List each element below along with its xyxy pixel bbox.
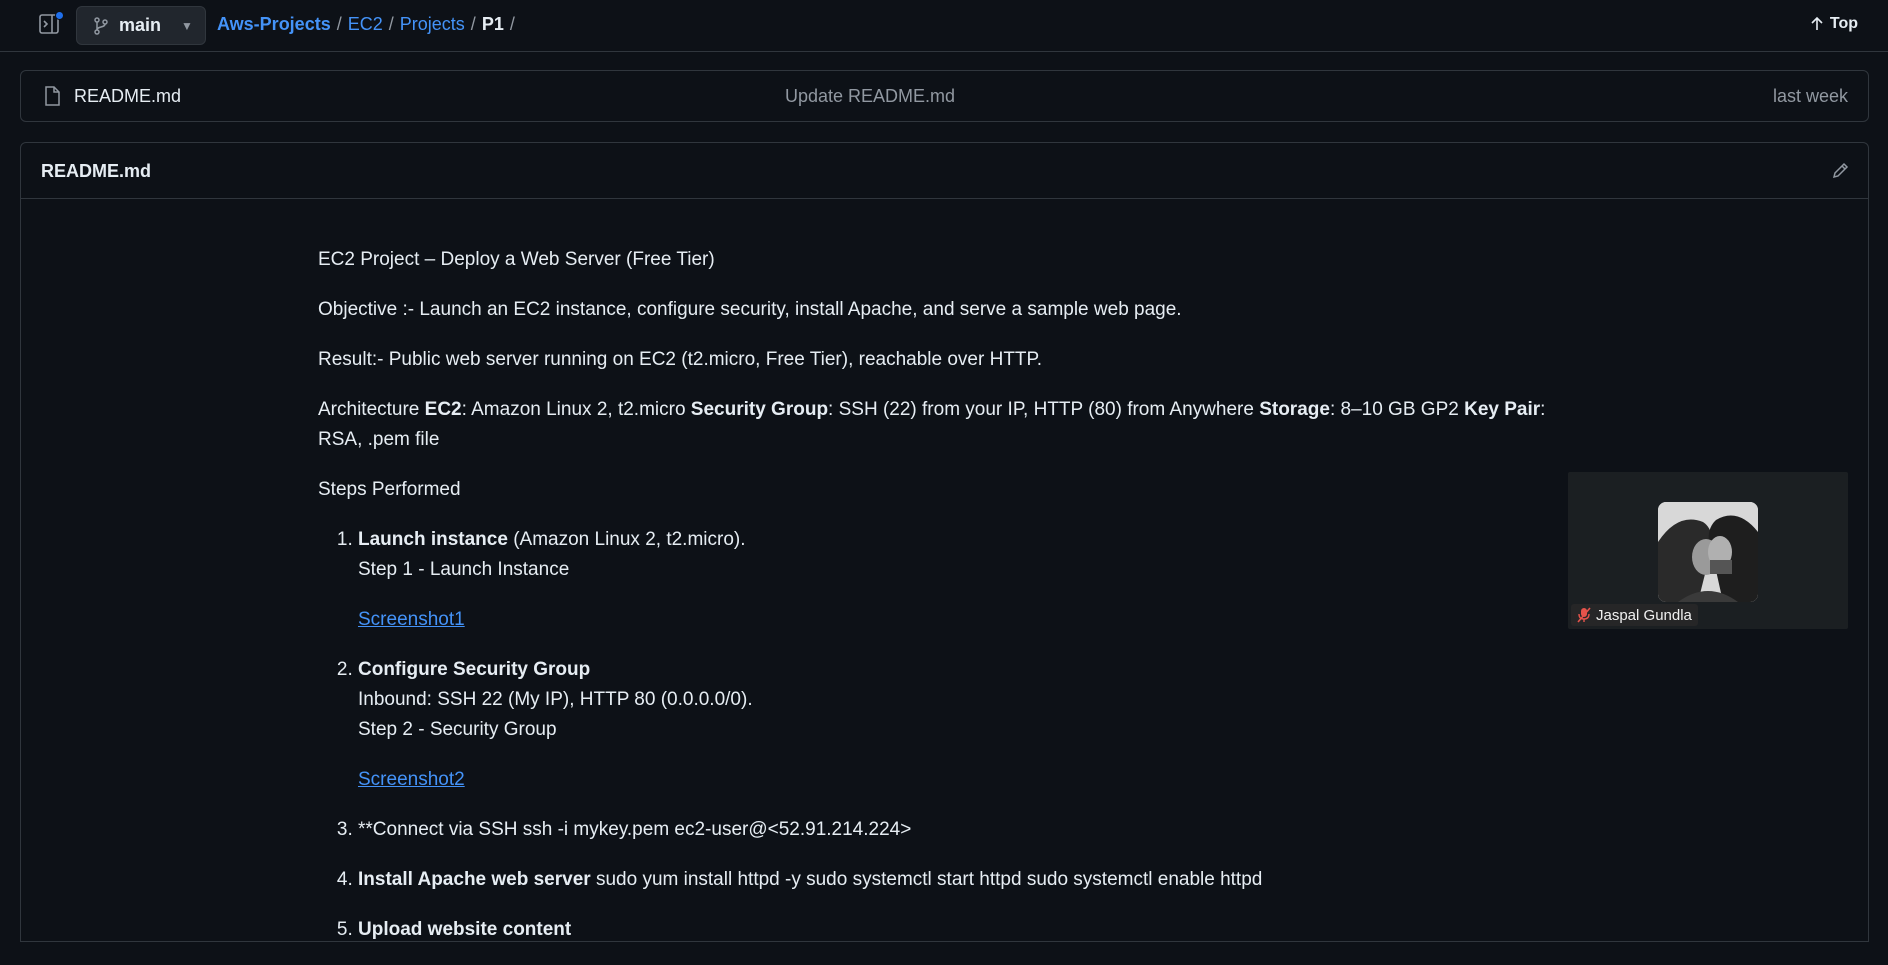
arch-prefix: Architecture [318, 399, 425, 420]
arch-sg-text: : SSH (22) from your IP, HTTP (80) from … [828, 399, 1260, 420]
commit-message-link[interactable]: Update README.md [785, 86, 955, 107]
arch-ec2-label: EC2 [424, 399, 462, 420]
list-item: Launch instance (Amazon Linux 2, t2.micr… [358, 525, 1578, 635]
readme-objective: Objective :- Launch an EC2 instance, con… [318, 299, 1182, 320]
avatar [1658, 502, 1758, 602]
list-item: **Connect via SSH ssh -i mykey.pem ec2-u… [358, 815, 1578, 845]
step-bold: Launch instance [358, 529, 508, 550]
step-bold: Install Apache web server [358, 869, 591, 890]
avatar-image [1658, 502, 1758, 602]
step-line: Step 2 - Security Group [358, 719, 557, 740]
arch-storage-label: Storage [1259, 399, 1330, 420]
pencil-icon[interactable] [1832, 161, 1850, 179]
readme-architecture: Architecture EC2: Amazon Linux 2, t2.mic… [318, 395, 1578, 455]
step-bold: Upload website content [358, 919, 572, 940]
branch-name: main [119, 15, 162, 35]
arch-sg-label: Security Group [690, 399, 829, 420]
video-call-tile[interactable]: Jaspal Gundla [1568, 472, 1848, 629]
git-branch-icon [94, 16, 108, 35]
arrow-up-icon [1811, 16, 1823, 30]
file-icon [45, 86, 60, 106]
arch-ec2-text: : Amazon Linux 2, t2.micro [461, 399, 691, 420]
arch-keypair-label: Key Pair [1464, 399, 1541, 420]
step-bold: Configure Security Group [358, 659, 591, 680]
readme-heading: EC2 Project – Deploy a Web Server (Free … [318, 249, 715, 270]
sidebar-toggle-button[interactable] [38, 11, 64, 37]
repo-header-bar: main ▼ Aws-Projects / EC2 / Projects / P… [0, 0, 1888, 52]
breadcrumb-repo-link[interactable]: Aws-Projects [217, 14, 331, 35]
readme-result: Result:- Public web server running on EC… [318, 349, 1043, 370]
step-line: Inbound: SSH 22 (My IP), HTTP 80 (0.0.0.… [358, 689, 753, 710]
notification-dot [55, 11, 64, 20]
breadcrumb-current: P1 [481, 14, 504, 34]
breadcrumb-separator: / [470, 14, 476, 34]
list-item: Configure Security Group Inbound: SSH 22… [358, 655, 1578, 795]
breadcrumb-separator: / [388, 14, 394, 34]
step-text: **Connect via SSH ssh -i mykey.pem ec2-u… [358, 819, 912, 840]
list-item: Install Apache web server sudo yum insta… [358, 865, 1578, 895]
list-item: Upload website content [358, 915, 1578, 945]
file-list: README.md Update README.md last week [20, 70, 1869, 122]
step-text: (Amazon Linux 2, t2.micro). [507, 529, 746, 550]
screenshot1-link[interactable]: Screenshot1 [358, 609, 465, 630]
commit-time: last week [1772, 86, 1848, 106]
readme-header: README.md [21, 143, 1868, 199]
branch-selector-button[interactable]: main ▼ [76, 6, 206, 45]
file-name-link[interactable]: README.md [74, 86, 181, 107]
breadcrumb-separator: / [336, 14, 342, 34]
steps-title: Steps Performed [318, 479, 461, 500]
chevron-down-icon: ▼ [181, 18, 193, 33]
arch-storage-text: : 8–10 GB GP2 [1329, 399, 1465, 420]
breadcrumb-projects-link[interactable]: Projects [400, 14, 465, 35]
screenshot2-link[interactable]: Screenshot2 [358, 769, 465, 790]
breadcrumb-ec2-link[interactable]: EC2 [348, 14, 383, 35]
step-text: sudo yum install httpd -y sudo systemctl… [590, 869, 1263, 890]
readme-title: README.md [41, 161, 152, 181]
top-button[interactable]: Top [1810, 15, 1858, 33]
participant-name: Jaspal Gundla [1596, 606, 1692, 624]
readme-content: EC2 Project – Deploy a Web Server (Free … [318, 245, 1578, 965]
microphone-muted-icon [1577, 607, 1591, 623]
step-line: Step 1 - Launch Instance [358, 559, 570, 580]
steps-list: Launch instance (Amazon Linux 2, t2.micr… [318, 525, 1578, 945]
participant-name-tag: Jaspal Gundla [1571, 604, 1698, 626]
breadcrumb-separator: / [509, 14, 515, 34]
top-button-label: Top [1829, 15, 1858, 32]
breadcrumb: Aws-Projects / EC2 / Projects / P1 / [217, 14, 515, 35]
